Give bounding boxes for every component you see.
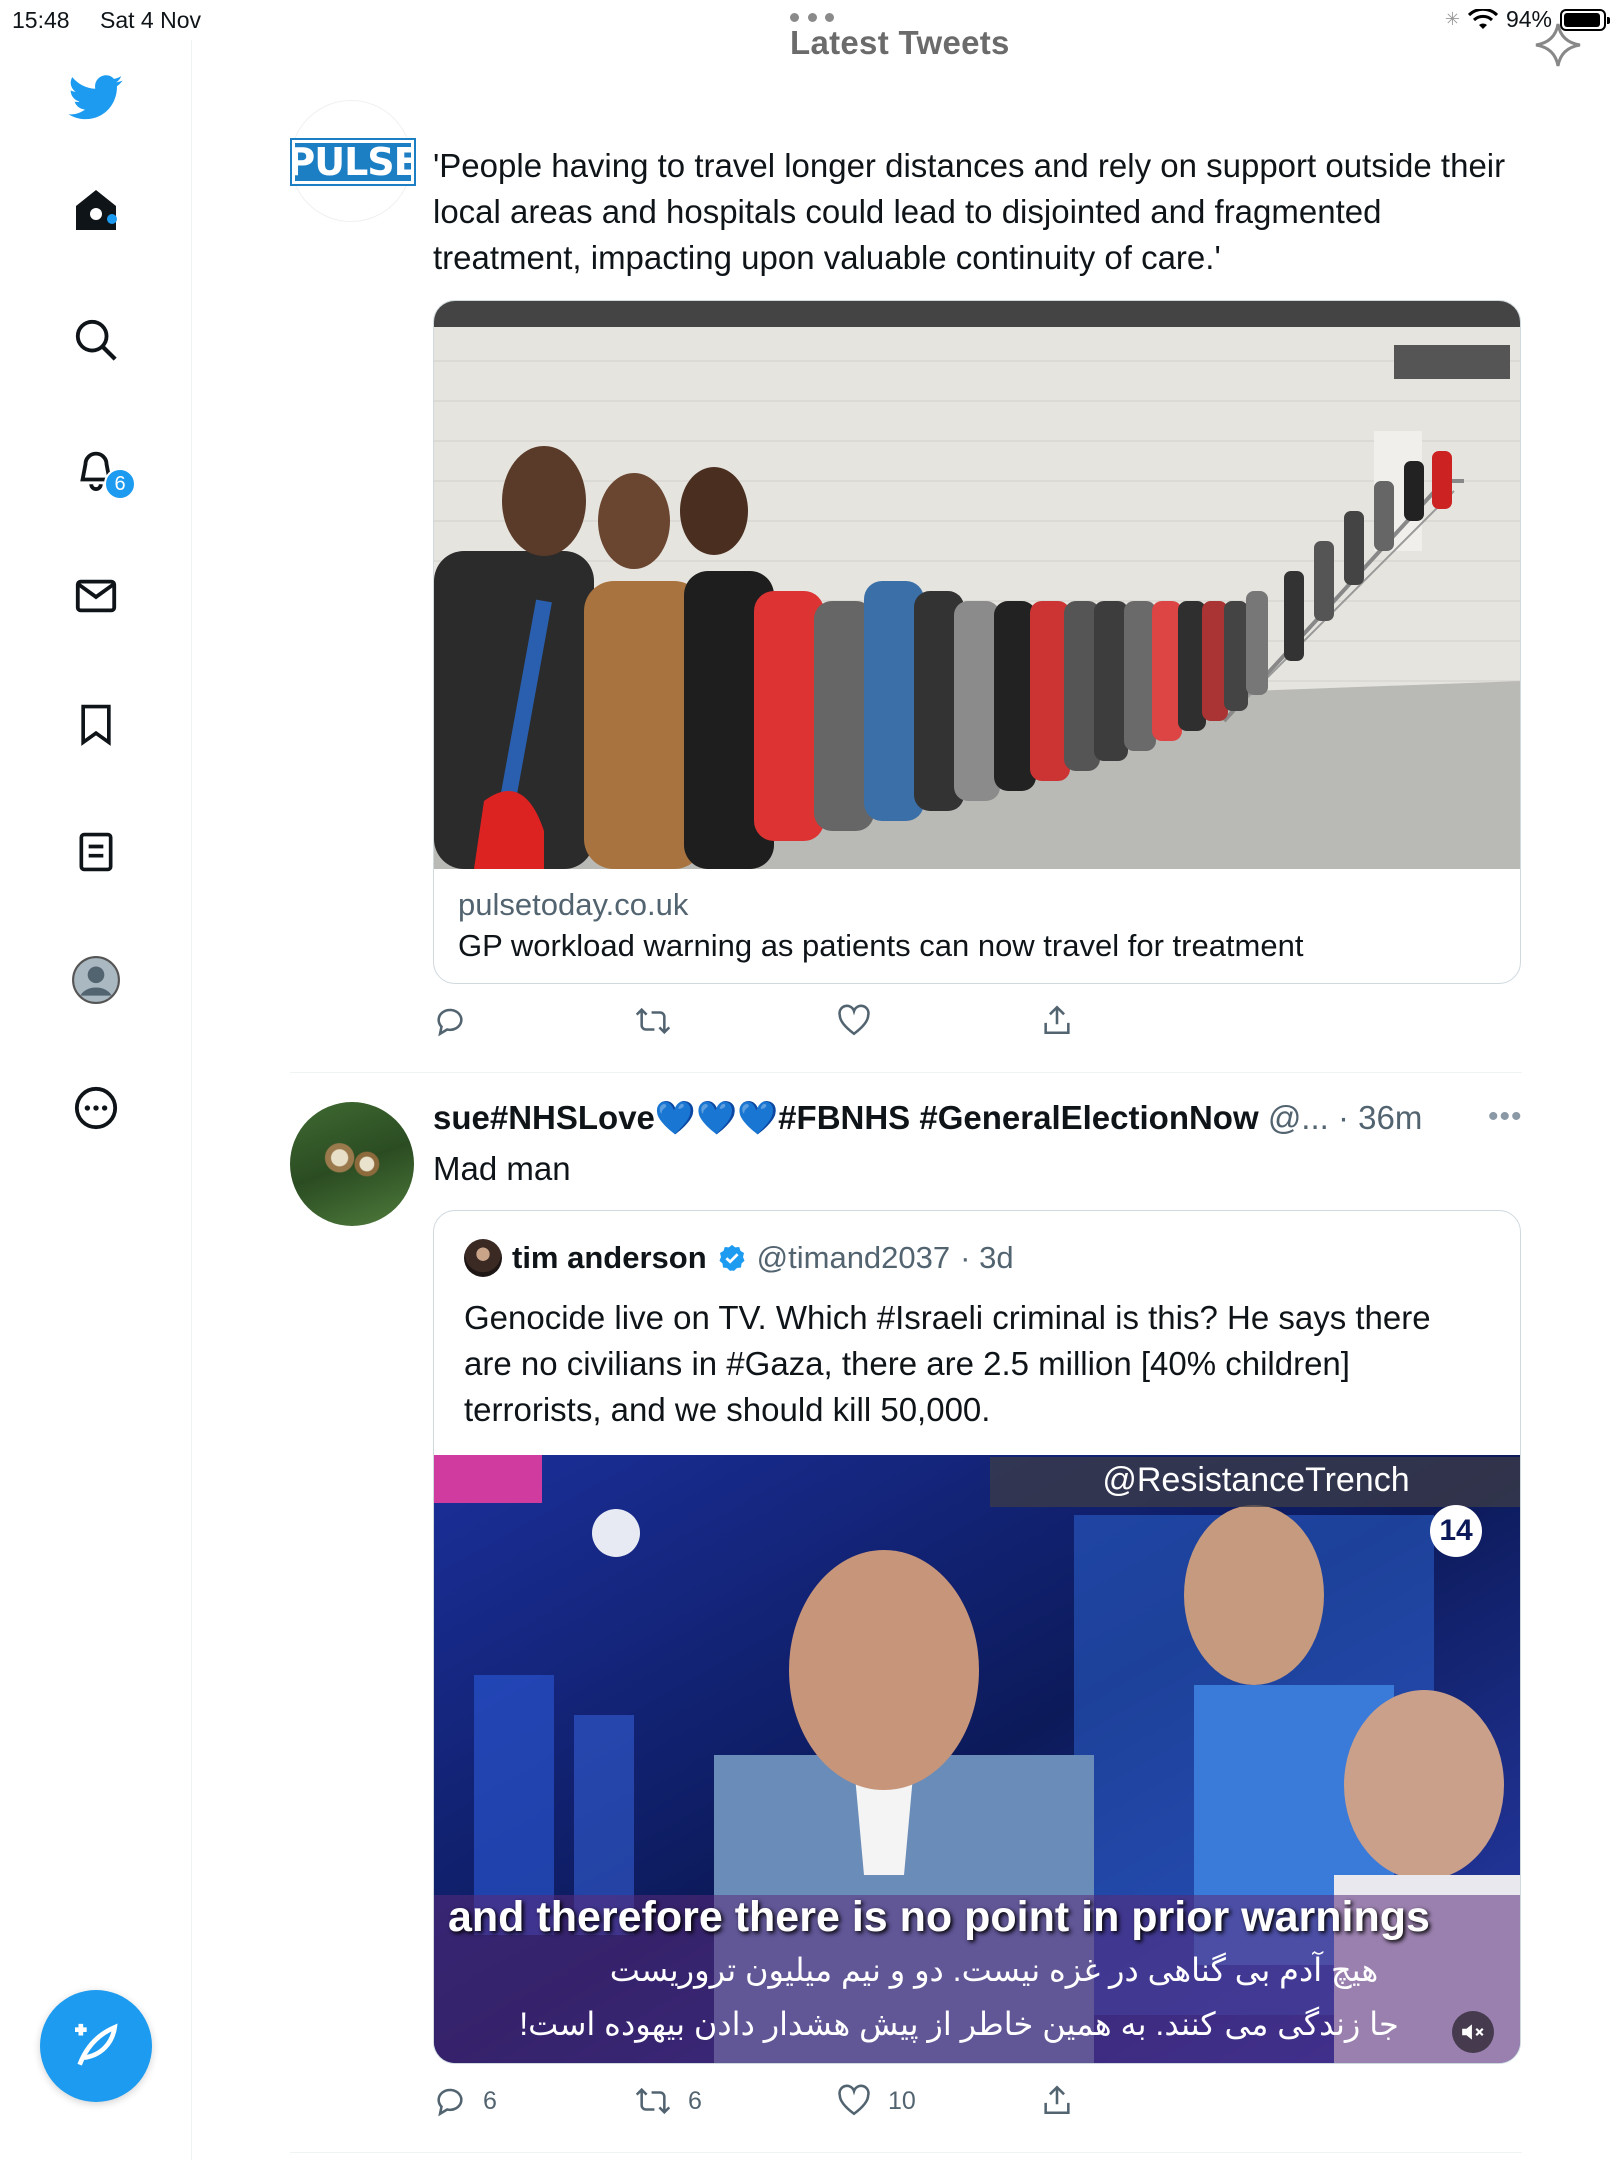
retweet-icon bbox=[635, 1007, 671, 1035]
author-name[interactable]: sue#NHSLove💙💙💙#FBNHS #GeneralElectionNow bbox=[433, 1099, 1259, 1136]
bookmark-icon[interactable] bbox=[66, 694, 126, 754]
share-button[interactable] bbox=[1040, 2082, 1074, 2118]
like-button[interactable] bbox=[836, 1004, 872, 1038]
wifi-icon bbox=[1467, 8, 1498, 29]
sidebar: 6 bbox=[0, 40, 192, 2160]
video-subtitle-english: and therefore there is no point in prior… bbox=[448, 1893, 1430, 1941]
notifications-badge: 6 bbox=[104, 468, 136, 500]
share-icon bbox=[1044, 2085, 1070, 2115]
card-domain: pulsetoday.co.uk bbox=[458, 887, 689, 922]
card-meta[interactable]: pulsetoday.co.uk GP workload warning as … bbox=[434, 869, 1520, 983]
quoted-tweet[interactable]: tim anderson @timand2037 · 3d Genocide l… bbox=[433, 1210, 1521, 2064]
pulse-logo[interactable]: PULSE bbox=[287, 138, 420, 186]
author-handle[interactable]: @... bbox=[1268, 1099, 1329, 1136]
reply-button[interactable] bbox=[433, 1004, 467, 1038]
tweet-divider bbox=[290, 2152, 1522, 2153]
muted-speaker-icon bbox=[1462, 2024, 1484, 2040]
like-button[interactable]: 10 bbox=[836, 2084, 916, 2118]
quote-avatar[interactable] bbox=[464, 1239, 502, 1277]
like-count: 10 bbox=[888, 2086, 916, 2115]
quote-author-handle[interactable]: @timand2037 bbox=[757, 1240, 950, 1276]
tweet-more-icon[interactable]: ••• bbox=[1488, 1100, 1523, 1134]
link-card[interactable]: pulsetoday.co.uk GP workload warning as … bbox=[433, 300, 1521, 984]
tweet-divider bbox=[290, 1072, 1522, 1073]
search-icon[interactable] bbox=[66, 310, 126, 370]
multitasking-dots[interactable] bbox=[790, 13, 834, 22]
quote-video[interactable]: @ResistanceTrench 14 and therefore there… bbox=[434, 1455, 1520, 2063]
video-watermark: @ResistanceTrench bbox=[990, 1457, 1520, 1507]
card-title: GP workload warning as patients can now … bbox=[458, 928, 1304, 963]
retweet-icon bbox=[635, 2087, 671, 2115]
heart-icon bbox=[838, 1004, 870, 1036]
heart-icon bbox=[838, 2084, 870, 2116]
verified-badge-icon bbox=[719, 1244, 745, 1271]
sue-avatar[interactable] bbox=[290, 1102, 414, 1226]
page-title: Latest Tweets bbox=[790, 24, 1010, 61]
tweet-text: 'People having to travel longer distance… bbox=[433, 147, 1506, 276]
compose-feather-icon bbox=[75, 2023, 118, 2066]
compose-tweet-button[interactable] bbox=[40, 1990, 152, 2102]
video-subtitle-persian-2: جا زندگی می کنند. به همین خاطر از پیش هش… bbox=[519, 2006, 1399, 2042]
sparkle-icon[interactable] bbox=[1530, 20, 1586, 70]
home-icon[interactable] bbox=[66, 180, 126, 240]
quote-header: tim anderson @timand2037 · 3d bbox=[464, 1239, 1014, 1277]
lists-icon[interactable] bbox=[66, 822, 126, 882]
quote-text: Genocide live on TV. Which #Israeli crim… bbox=[464, 1299, 1431, 1428]
home-new-indicator bbox=[107, 214, 117, 224]
retweet-button[interactable]: 6 bbox=[634, 2084, 702, 2118]
video-subtitle-persian-1: هیچ آدم بی گناهی در غزه نیست. دو و نیم م… bbox=[609, 1952, 1379, 1988]
quote-time[interactable]: · 3d bbox=[960, 1240, 1013, 1276]
status-date: Sat 4 Nov bbox=[100, 7, 201, 33]
twitter-logo-icon[interactable] bbox=[66, 68, 126, 128]
retweet-count: 6 bbox=[688, 2086, 702, 2115]
status-time: 15:48 bbox=[12, 7, 70, 33]
reply-count: 6 bbox=[483, 2086, 497, 2115]
share-icon bbox=[1044, 1005, 1070, 1035]
reply-button[interactable]: 6 bbox=[433, 2084, 497, 2118]
tweet-text: Mad man bbox=[433, 1150, 571, 1187]
quote-author-name[interactable]: tim anderson bbox=[512, 1240, 707, 1276]
tweet-header: sue#NHSLove💙💙💙#FBNHS #GeneralElectionNow… bbox=[433, 1096, 1422, 1140]
profile-avatar-icon[interactable] bbox=[66, 950, 126, 1010]
reply-icon bbox=[437, 1008, 463, 1037]
tweet-time[interactable]: · 36m bbox=[1338, 1099, 1422, 1136]
retweet-button[interactable] bbox=[634, 1004, 672, 1038]
activity-icon: ✳ bbox=[1444, 9, 1460, 29]
card-image-queue-photo bbox=[434, 301, 1520, 869]
reply-icon bbox=[437, 2088, 463, 2117]
share-button[interactable] bbox=[1040, 1002, 1074, 1038]
more-options-icon[interactable] bbox=[66, 1078, 126, 1138]
mute-button[interactable] bbox=[1452, 2011, 1494, 2053]
channel-logo: 14 bbox=[1430, 1505, 1482, 1557]
messages-envelope-icon[interactable] bbox=[66, 566, 126, 626]
